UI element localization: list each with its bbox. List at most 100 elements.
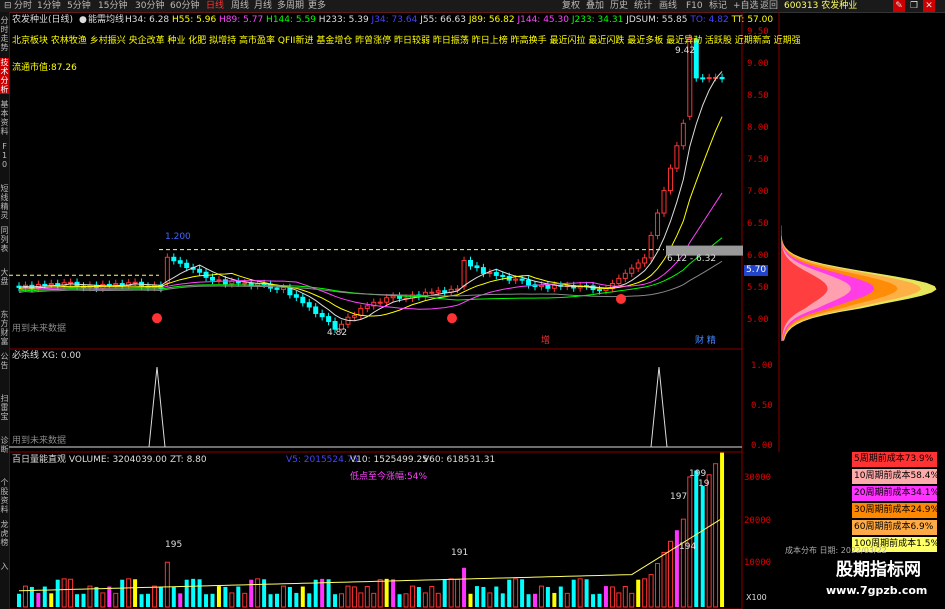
period-tab-weekly[interactable]: 周线: [231, 0, 249, 12]
period-tab-15min[interactable]: 15分钟: [98, 0, 127, 12]
period-tab-5min[interactable]: 5分钟: [67, 0, 91, 12]
period-tab-30min[interactable]: 30分钟: [135, 0, 164, 12]
left-tab-4[interactable]: 短线精灵: [0, 184, 9, 220]
volume-bar: [275, 593, 279, 607]
volume-bar: [500, 593, 505, 607]
candle-body: [351, 315, 357, 318]
peak-price-label: 9.42: [675, 46, 696, 56]
xg-y-tick: 0.00: [751, 441, 773, 451]
volume-bar: [113, 592, 119, 608]
main-y-tick: 8.50: [747, 91, 769, 102]
action-back[interactable]: 返回: [760, 0, 778, 12]
volume-bar: [204, 594, 209, 607]
left-tab-9[interactable]: 扫雷宝: [0, 394, 9, 421]
candle-body: [106, 283, 112, 286]
period-tab-monthly[interactable]: 月线: [254, 0, 272, 12]
left-tab-13[interactable]: 入: [0, 562, 9, 571]
restore-icon[interactable]: ❐: [908, 0, 920, 12]
volume-bar: [36, 592, 41, 607]
period-tab-more[interactable]: 更多: [308, 0, 326, 12]
left-tab-8[interactable]: 公告: [0, 352, 9, 370]
vol-title[interactable]: 百日量能直观 VOLUME: 3204039.00: [12, 455, 167, 466]
volume-bar: [49, 593, 54, 607]
marker-dot: [447, 313, 457, 324]
volume-bar: [571, 579, 576, 607]
volume-bar: [307, 593, 312, 607]
action-add-favorite[interactable]: +自选: [733, 0, 759, 12]
volume-bar: [622, 586, 628, 608]
main-y-tick: 8.00: [747, 123, 769, 134]
volume-bar: [648, 574, 654, 608]
main-y-tick: 9.50: [747, 27, 769, 38]
candle-body: [377, 301, 383, 304]
candle-body: [538, 284, 544, 288]
left-tab-2[interactable]: 基本资料: [0, 100, 9, 136]
main-y-tick: 5.50: [747, 283, 769, 294]
period-tab-1min[interactable]: 1分钟: [37, 0, 61, 12]
action-mark[interactable]: 标记: [709, 0, 727, 12]
volume-bar: [100, 592, 106, 608]
minus-icon[interactable]: ⊟: [4, 0, 12, 12]
candle-body: [171, 256, 177, 262]
current-price-tag: 5.70: [744, 265, 769, 276]
action-history[interactable]: 历史: [610, 0, 628, 12]
left-tab-10[interactable]: 诊断: [0, 436, 9, 454]
readout-0: H34: 6.28: [125, 15, 173, 25]
candle-body: [306, 302, 312, 308]
readout-6: J55: 66.63: [420, 15, 469, 25]
action-draw[interactable]: 画线: [659, 0, 677, 12]
period-tab-daily[interactable]: 日线: [206, 0, 224, 12]
xg-spike: [148, 366, 166, 448]
action-fuquan[interactable]: 复权: [562, 0, 580, 12]
left-tab-11[interactable]: 个股资料: [0, 478, 9, 514]
volume-bar: [164, 561, 170, 608]
indicator-name[interactable]: 能需均线: [88, 15, 124, 26]
readout-11: TO: 4.82: [690, 15, 732, 25]
left-tab-7[interactable]: 东方财富: [0, 310, 9, 346]
candle-body: [680, 122, 686, 147]
candle-body: [177, 260, 183, 264]
period-tab-fenshi[interactable]: 分时: [14, 0, 32, 12]
volume-bar: [526, 594, 531, 607]
action-diejia[interactable]: 叠加: [586, 0, 604, 12]
candle-body: [493, 272, 499, 276]
candle-body: [706, 77, 712, 80]
left-tab-5[interactable]: 同列表: [0, 226, 9, 253]
candle-body: [48, 283, 54, 286]
volume-bar: [107, 586, 112, 607]
left-tab-12[interactable]: 龙虎榜: [0, 520, 9, 547]
xg-title[interactable]: 必杀线 XG: 0.00: [12, 351, 81, 362]
candle-body: [197, 268, 203, 273]
left-tab-1[interactable]: 技术分析: [0, 58, 9, 94]
vol-unit: X100: [746, 593, 767, 602]
volume-bar: [377, 579, 383, 608]
period-tab-multi[interactable]: 多周期: [277, 0, 304, 12]
cost-legend-row: 60周期前成本6.9%: [852, 520, 937, 535]
left-tab-6[interactable]: 大盘: [0, 268, 9, 286]
action-f10[interactable]: F10: [686, 0, 703, 12]
volume-bar: [661, 551, 667, 608]
xg-indicator-chart: [9, 366, 742, 448]
low-price-label: 4.82: [327, 328, 348, 338]
marker-dot: [152, 313, 162, 324]
candle-body: [319, 313, 325, 318]
volume-bar: [262, 579, 267, 607]
main-panel-border: [9, 12, 743, 350]
left-tab-0[interactable]: 分时走势: [0, 16, 9, 52]
pin-icon[interactable]: ✎: [893, 0, 905, 12]
readout-9: J233: 34.31: [571, 15, 627, 25]
vol-v60: V60: 618531.31: [423, 455, 496, 465]
period-tab-60min[interactable]: 60分钟: [170, 0, 199, 12]
candle-body: [384, 297, 390, 303]
left-tab-3[interactable]: F10: [0, 142, 9, 169]
volume-bar: [210, 593, 215, 607]
volume-bar: [171, 586, 176, 607]
readout-8: J144: 45.30: [517, 15, 572, 25]
close-icon[interactable]: ✕: [923, 0, 935, 12]
action-stats[interactable]: 统计: [634, 0, 652, 12]
candle-body: [597, 289, 602, 292]
candle-body: [364, 305, 370, 309]
candle-body: [526, 279, 532, 286]
vol-y-tick: 30000: [744, 473, 772, 484]
cost-legend-row: 30周期前成本24.9%: [852, 503, 939, 518]
